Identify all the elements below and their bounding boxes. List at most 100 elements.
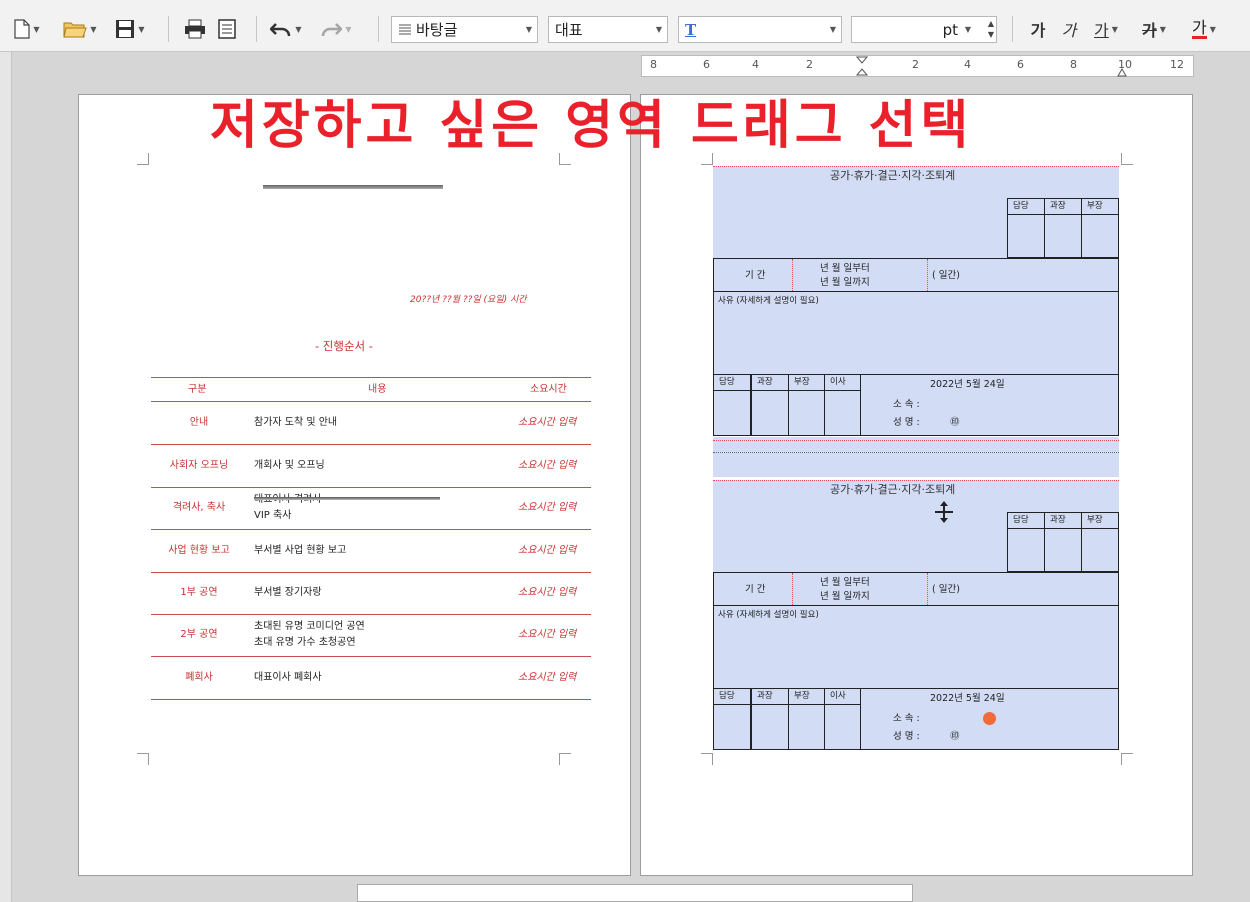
right-margin-marker-icon[interactable] <box>1117 62 1127 77</box>
page-corner-mark <box>701 753 713 765</box>
separator <box>168 16 169 42</box>
bottom-approval-label: 이사 <box>830 377 846 387</box>
row-content: 부서별 사업 현황 보고 <box>254 544 347 556</box>
selection-strike <box>254 497 440 500</box>
strikethrough-button[interactable]: 가 ▼ <box>1134 16 1174 42</box>
new-document-button[interactable]: ▼ <box>8 16 46 42</box>
reason-label: 사유 (자세하게 설명이 필요) <box>718 610 819 620</box>
bottom-approval-label: 이사 <box>830 691 846 701</box>
approval-label: 담당 <box>1013 201 1029 211</box>
style-select[interactable]: 바탕글 ▼ <box>391 16 538 43</box>
table-rule <box>151 656 591 657</box>
approval-label: 과장 <box>1050 201 1066 211</box>
period-from: 년 월 일부터 <box>820 577 870 588</box>
bottom-approval-sign[interactable] <box>713 704 751 750</box>
underline-button[interactable]: 가 ▼ <box>1086 16 1126 42</box>
table-rule <box>151 614 591 615</box>
approval-sign-cell[interactable] <box>1044 214 1082 258</box>
bottom-approval-label: 과장 <box>757 377 773 387</box>
bottom-approval-sign[interactable] <box>751 390 789 436</box>
row-time: 소요시간 입력 <box>518 629 577 640</box>
selection-gap <box>713 437 1119 477</box>
program-title: - 진행순서 - <box>315 339 373 353</box>
horizontal-ruler[interactable]: 8 6 4 2 2 4 6 8 10 12 <box>641 55 1194 77</box>
record-indicator-icon <box>983 712 996 725</box>
chevron-down-icon: ▼ <box>295 24 302 34</box>
table-rule <box>151 377 591 378</box>
row-category: 사회자 오프닝 <box>169 459 229 471</box>
toolbar: ▼ ▼ ▼ ▼ ▼ 바탕글 ▼ 대표 ▼ T ▼ pt ▼ ▲ ▼ 가 가 가 … <box>0 0 1250 52</box>
selection-border <box>713 440 1119 441</box>
open-button[interactable]: ▼ <box>58 16 102 42</box>
ruler-label: 6 <box>1017 58 1024 71</box>
row-content: 대표이사 폐회사 <box>254 671 322 683</box>
approval-sign-cell[interactable] <box>1081 214 1119 258</box>
print-button[interactable] <box>180 16 210 42</box>
save-icon <box>116 20 135 38</box>
row-time: 소요시간 입력 <box>518 671 577 683</box>
bottom-approval-label: 부장 <box>794 691 810 701</box>
row-content: 참가자 도착 및 안내 <box>254 416 338 428</box>
selection-border <box>792 573 793 605</box>
table-rule <box>151 487 591 488</box>
new-document-icon <box>14 19 31 39</box>
bottom-approval-label: 담당 <box>719 691 735 701</box>
page-corner-mark <box>137 753 149 765</box>
font-name-select[interactable]: T ▼ <box>678 16 842 43</box>
approval-label: 과장 <box>1050 515 1066 525</box>
bottom-approval-sign[interactable] <box>824 704 862 750</box>
row-time: 소요시간 입력 <box>518 459 577 471</box>
row-category: 1부 공연 <box>180 587 218 598</box>
bottom-approval-sign[interactable] <box>713 390 751 436</box>
bottom-approval-label: 담당 <box>719 377 735 387</box>
move-cursor-icon <box>932 500 956 524</box>
undo-button[interactable]: ▼ <box>266 16 306 42</box>
redo-icon <box>322 23 343 37</box>
bold-button[interactable]: 가 <box>1025 16 1051 42</box>
bottom-approval-sign[interactable] <box>788 704 826 750</box>
approval-sign-cell[interactable] <box>1007 528 1045 572</box>
chevron-down-icon: ▼ <box>1209 24 1216 34</box>
separator <box>378 16 379 42</box>
row-time: 소요시간 입력 <box>518 544 577 556</box>
approval-sign-cell[interactable] <box>1007 214 1045 258</box>
separator <box>256 16 257 42</box>
approval-sign-cell[interactable] <box>1081 528 1119 572</box>
ruler-label: 8 <box>650 58 657 71</box>
title-rule <box>263 185 443 189</box>
save-button[interactable]: ▼ <box>108 16 152 42</box>
printer-icon <box>185 19 205 39</box>
redo-button[interactable]: ▼ <box>316 16 356 42</box>
font-language-select[interactable]: 대표 ▼ <box>548 16 668 43</box>
table-rule <box>151 529 591 530</box>
italic-button[interactable]: 가 <box>1056 16 1082 42</box>
paragraph-style-icon <box>399 24 411 34</box>
row-time: 소요시간 입력 <box>518 502 577 513</box>
period-label: 기 간 <box>745 584 766 595</box>
document-page-left[interactable] <box>78 94 631 876</box>
page-corner-mark <box>1121 753 1133 765</box>
page-corner-mark <box>137 153 149 165</box>
bottom-approval-sign[interactable] <box>788 390 826 436</box>
chevron-down-icon: ▼ <box>138 24 145 34</box>
print-preview-button[interactable] <box>212 16 242 42</box>
font-color-button[interactable]: 가 ▼ <box>1182 16 1226 42</box>
chevron-down-icon: ▼ <box>345 24 352 34</box>
spinner-icon[interactable]: ▲ ▼ <box>988 18 994 40</box>
name-label: 성 명 : <box>893 731 920 742</box>
ruler-label: 4 <box>964 58 971 71</box>
table-header-time: 소요시간 <box>530 384 567 395</box>
font-size-input[interactable]: pt ▼ ▲ ▼ <box>851 16 997 43</box>
row-category: 폐회사 <box>185 671 213 683</box>
period-row <box>713 258 1119 292</box>
indent-marker-icon[interactable] <box>855 56 869 76</box>
approval-sign-cell[interactable] <box>1044 528 1082 572</box>
preview-icon <box>218 19 236 39</box>
bottom-approval-sign[interactable] <box>824 390 862 436</box>
table-header-content: 내용 <box>368 384 387 395</box>
chevron-down-icon: ▼ <box>1159 24 1166 34</box>
page-break-line <box>713 452 1119 453</box>
selection-border <box>792 259 793 291</box>
bottom-approval-sign[interactable] <box>751 704 789 750</box>
horizontal-scrollbar[interactable] <box>357 884 913 902</box>
